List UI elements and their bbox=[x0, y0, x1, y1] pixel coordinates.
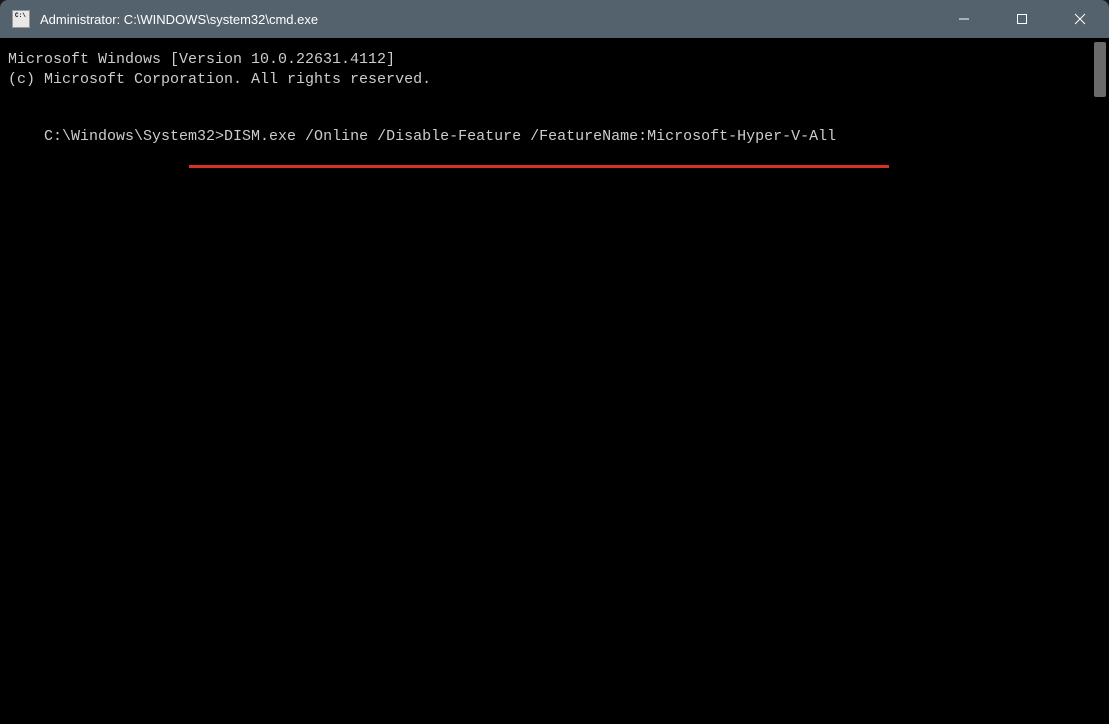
red-underline-annotation bbox=[189, 165, 889, 168]
version-line: Microsoft Windows [Version 10.0.22631.41… bbox=[8, 50, 1101, 70]
titlebar[interactable]: Administrator: C:\WINDOWS\system32\cmd.e… bbox=[0, 0, 1109, 38]
window-title: Administrator: C:\WINDOWS\system32\cmd.e… bbox=[40, 12, 935, 27]
close-button[interactable] bbox=[1051, 0, 1109, 38]
maximize-icon bbox=[1016, 13, 1028, 25]
prompt: C:\Windows\System32> bbox=[44, 128, 224, 145]
cmd-icon bbox=[12, 10, 30, 28]
minimize-button[interactable] bbox=[935, 0, 993, 38]
copyright-line: (c) Microsoft Corporation. All rights re… bbox=[8, 70, 1101, 90]
window-controls bbox=[935, 0, 1109, 38]
maximize-button[interactable] bbox=[993, 0, 1051, 38]
close-icon bbox=[1074, 13, 1086, 25]
minimize-icon bbox=[958, 13, 970, 25]
command-line: C:\Windows\System32>DISM.exe /Online /Di… bbox=[8, 107, 1101, 166]
scrollbar-thumb[interactable] bbox=[1094, 42, 1106, 97]
command-text: DISM.exe /Online /Disable-Feature /Featu… bbox=[224, 128, 836, 145]
terminal-content[interactable]: Microsoft Windows [Version 10.0.22631.41… bbox=[0, 38, 1109, 724]
